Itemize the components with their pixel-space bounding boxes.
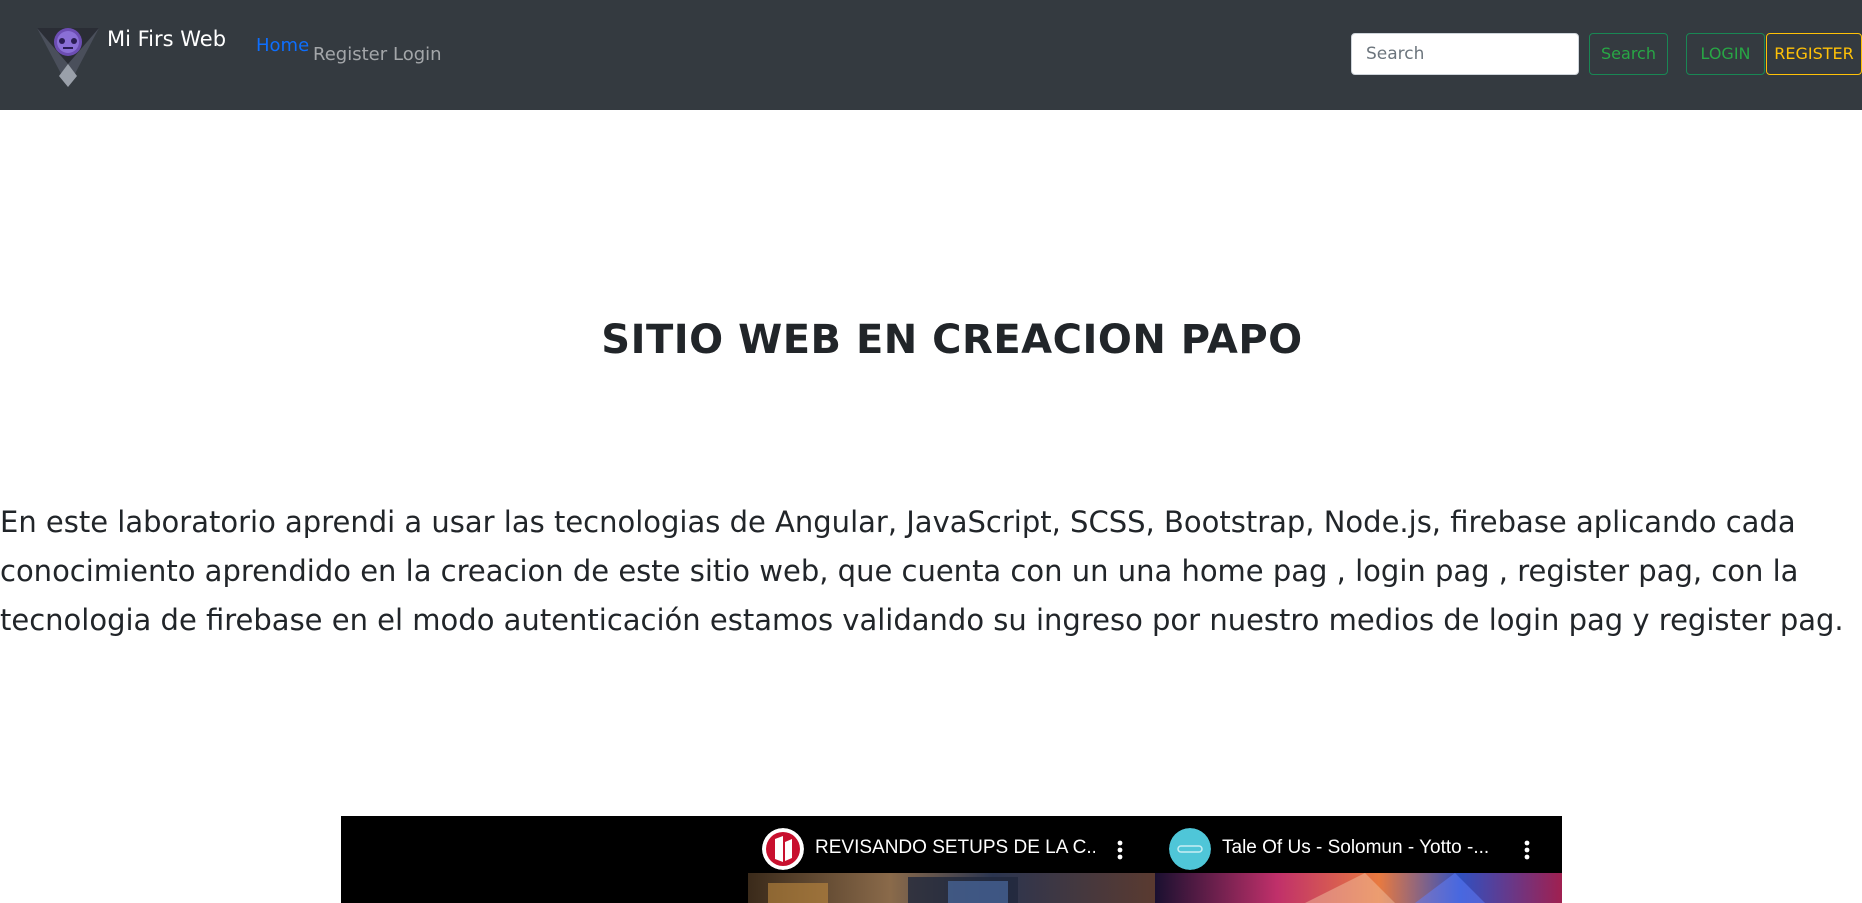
- video-thumbnail[interactable]: [748, 873, 1155, 903]
- video-card[interactable]: Tale Of Us - Solomun - Yotto -...: [1155, 816, 1562, 903]
- page-title: SITIO WEB EN CREACION PAPO: [601, 317, 1303, 363]
- video-card[interactable]: REVISANDO SETUPS DE LA C...: [748, 816, 1155, 903]
- channel-avatar-icon[interactable]: [1169, 828, 1211, 870]
- navbar: Mi Firs Web Home Register Login Search L…: [0, 0, 1862, 110]
- description-paragraph: En este laboratorio aprendi a usar las t…: [0, 498, 1862, 645]
- video-thumbnail[interactable]: [1155, 873, 1562, 903]
- more-vertical-icon[interactable]: [1519, 834, 1535, 866]
- brand-name[interactable]: Mi Firs Web: [107, 24, 226, 54]
- search-button[interactable]: Search: [1589, 33, 1668, 75]
- description-line: En este laboratorio aprendi a usar las t…: [0, 505, 1796, 539]
- channel-avatar-icon[interactable]: [762, 828, 804, 870]
- brand-logo-icon[interactable]: [35, 24, 101, 88]
- nav-link-register[interactable]: Register: [313, 43, 387, 67]
- description-line: conocimiento aprendido en la creacion de…: [0, 554, 1799, 588]
- search-input[interactable]: [1351, 33, 1579, 75]
- video-embed[interactable]: REVISANDO SETUPS DE LA C... Tale Of Us -…: [341, 816, 1562, 903]
- nav-link-login[interactable]: Login: [393, 43, 442, 67]
- video-title[interactable]: REVISANDO SETUPS DE LA C...: [815, 836, 1095, 860]
- register-button[interactable]: REGISTER: [1766, 33, 1862, 75]
- login-button[interactable]: LOGIN: [1686, 33, 1765, 75]
- video-title[interactable]: Tale Of Us - Solomun - Yotto -...: [1222, 836, 1502, 860]
- description-line: tecnologia de firebase en el modo autent…: [0, 603, 1844, 637]
- nav-link-home[interactable]: Home: [256, 34, 309, 58]
- more-vertical-icon[interactable]: [1112, 834, 1128, 866]
